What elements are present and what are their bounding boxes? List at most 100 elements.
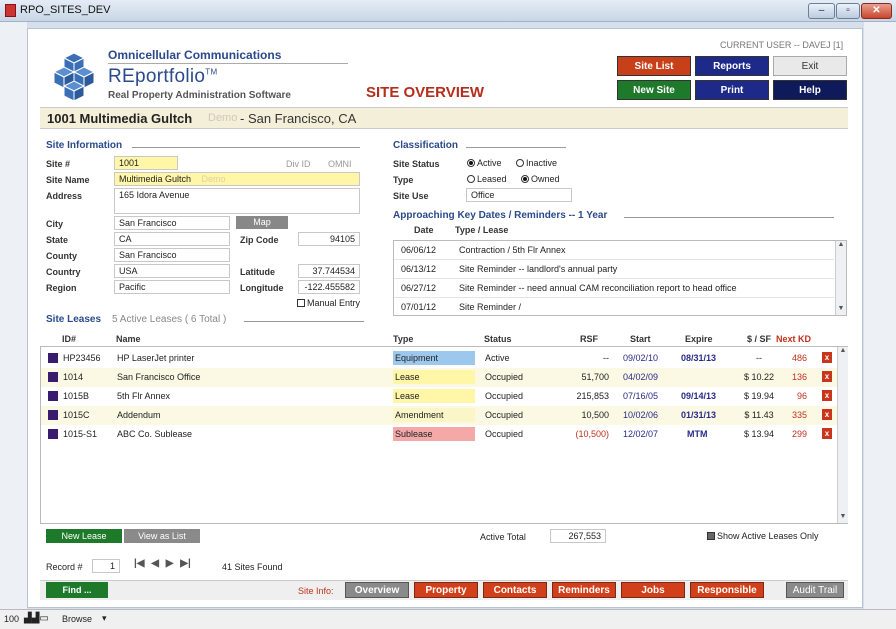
zip-field[interactable]: 94105 [298, 232, 360, 246]
reminder-text: Contraction / 5th Flr Annex [459, 245, 566, 255]
reminder-date: 06/13/12 [401, 264, 437, 274]
zoom-level[interactable]: 100 [4, 614, 19, 624]
print-button[interactable]: Print [695, 80, 769, 100]
delete-icon[interactable]: x [822, 428, 832, 439]
region-field[interactable]: Pacific [114, 280, 230, 294]
reminder-row[interactable]: 06/13/12 Site Reminder -- landlord's annu… [394, 260, 834, 279]
reminder-row[interactable]: 07/01/12 Site Reminder / [394, 298, 834, 315]
mode-dropdown-icon[interactable]: ▾ [102, 613, 107, 624]
lease-row[interactable]: 1015C Addendum Amendment Occupied 10,500… [41, 406, 837, 425]
show-active-only-label: Show Active Leases Only [717, 531, 819, 541]
lease-marker-icon [48, 372, 58, 382]
lease-marker-icon [48, 410, 58, 420]
record-number-field[interactable]: 1 [92, 559, 120, 573]
scroll-up-icon[interactable]: ▲ [838, 347, 848, 357]
lease-row[interactable]: 1015B 5th Flr Annex Lease Occupied 215,8… [41, 387, 837, 406]
help-button[interactable]: Help [773, 80, 847, 100]
status-active-radio[interactable]: Active [467, 158, 502, 168]
tab-property[interactable]: Property [414, 582, 478, 598]
lease-cost: $ 11.43 [744, 410, 774, 420]
delete-icon[interactable]: x [822, 352, 832, 363]
lease-next-kd: 299 [791, 429, 807, 439]
longitude-field[interactable]: -122.455582 [298, 280, 360, 294]
tab-contacts[interactable]: Contacts [483, 582, 547, 598]
lease-type: Amendment [393, 408, 475, 422]
first-record-icon[interactable]: |◀ [134, 558, 145, 569]
type-owned-label: Owned [531, 174, 560, 184]
audit-trail-button[interactable]: Audit Trail [786, 582, 844, 598]
reminder-row[interactable]: 06/06/12 Contraction / 5th Flr Annex [394, 241, 834, 260]
manual-entry-label: Manual Entry [307, 298, 361, 308]
lease-row[interactable]: 1014 San Francisco Office Lease Occupied… [41, 368, 837, 387]
lease-rsf: 51,700 [581, 372, 609, 382]
show-active-only-checkbox[interactable]: Show Active Leases Only [707, 531, 819, 541]
cube-logo-icon [52, 52, 96, 102]
maximize-button[interactable]: ▫ [836, 3, 860, 19]
delete-icon[interactable]: x [822, 409, 832, 420]
lease-name: Addendum [117, 410, 161, 420]
site-name-value: Multimedia Gultch [119, 174, 192, 184]
lease-expire: 09/14/13 [681, 391, 717, 401]
tab-jobs[interactable]: Jobs [621, 582, 685, 598]
site-use-field[interactable]: Office [466, 188, 572, 202]
lease-start: 12/02/07 [623, 429, 659, 439]
active-total-field: 267,553 [550, 529, 606, 543]
last-record-icon[interactable]: ▶| [180, 558, 191, 569]
next-record-icon[interactable]: ▶ [166, 558, 174, 569]
county-field[interactable]: San Francisco [114, 248, 230, 262]
lease-marker-icon [48, 429, 58, 439]
mode-selector[interactable]: Browse [62, 614, 92, 624]
lease-row[interactable]: HP23456 HP LaserJet printer Equipment Ac… [41, 349, 837, 368]
scroll-down-icon[interactable]: ▼ [836, 305, 846, 315]
delete-icon[interactable]: x [822, 371, 832, 382]
close-button[interactable]: ✕ [861, 3, 892, 19]
tab-reminders[interactable]: Reminders [552, 582, 616, 598]
site-banner-demo: Demo [208, 112, 238, 124]
reminders-type-header: Type / Lease [455, 225, 509, 235]
status-inactive-radio[interactable]: Inactive [516, 158, 557, 168]
classification-heading: Classification [393, 140, 459, 151]
lease-row[interactable]: 1015-S1 ABC Co. Sublease Sublease Occupi… [41, 425, 837, 444]
map-button[interactable]: Map [236, 216, 288, 229]
site-no-field[interactable]: 1001 [114, 156, 178, 170]
view-as-list-button[interactable]: View as List [124, 529, 200, 543]
lease-id: 1015B [63, 391, 90, 401]
country-field[interactable]: USA [114, 264, 230, 278]
scroll-up-icon[interactable]: ▲ [836, 241, 846, 251]
leases-scrollbar[interactable]: ▲ ▼ [837, 347, 848, 523]
manual-entry-checkbox[interactable]: Manual Entry [297, 298, 360, 308]
radio-selected-icon [521, 175, 529, 183]
address-field[interactable]: 165 Idora Avenue [114, 188, 360, 214]
layout-tools-icon[interactable]: ▟▟▭ [24, 613, 49, 624]
div-id-label: Div ID [286, 159, 311, 169]
reminders-scrollbar[interactable]: ▲ ▼ [835, 241, 846, 315]
type-leased-radio[interactable]: Leased [467, 174, 507, 184]
reminder-row[interactable]: 06/27/12 Site Reminder -- need annual CAM… [394, 279, 834, 298]
prev-record-icon[interactable]: ◀ [151, 558, 159, 569]
col-next-kd: Next KD [776, 334, 812, 344]
site-list-button[interactable]: Site List [617, 56, 691, 76]
scroll-down-icon[interactable]: ▼ [838, 513, 848, 523]
tab-overview[interactable]: Overview [345, 582, 409, 598]
city-field[interactable]: San Francisco [114, 216, 230, 230]
div-id-value: OMNI [328, 159, 352, 169]
lease-id: HP23456 [63, 353, 101, 363]
type-owned-radio[interactable]: Owned [521, 174, 560, 184]
reminders-date-header: Date [414, 225, 434, 235]
latitude-field[interactable]: 37.744534 [298, 264, 360, 278]
site-banner-title: 1001 Multimedia Gultch [47, 111, 193, 126]
tab-responsible[interactable]: Responsible [690, 582, 764, 598]
minimize-button[interactable]: – [808, 3, 835, 19]
new-site-button[interactable]: New Site [617, 80, 691, 100]
longitude-label: Longitude [240, 283, 284, 293]
site-info-heading: Site Information [46, 140, 123, 151]
new-lease-button[interactable]: New Lease [46, 529, 122, 543]
site-name-field[interactable]: Multimedia Gultch Demo [114, 172, 360, 186]
exit-button[interactable]: Exit [773, 56, 847, 76]
state-field[interactable]: CA [114, 232, 230, 246]
page-title: SITE OVERVIEW [366, 84, 485, 101]
reports-button[interactable]: Reports [695, 56, 769, 76]
lease-next-kd: 136 [791, 372, 807, 382]
find-button[interactable]: Find ... [46, 582, 108, 598]
delete-icon[interactable]: x [822, 390, 832, 401]
